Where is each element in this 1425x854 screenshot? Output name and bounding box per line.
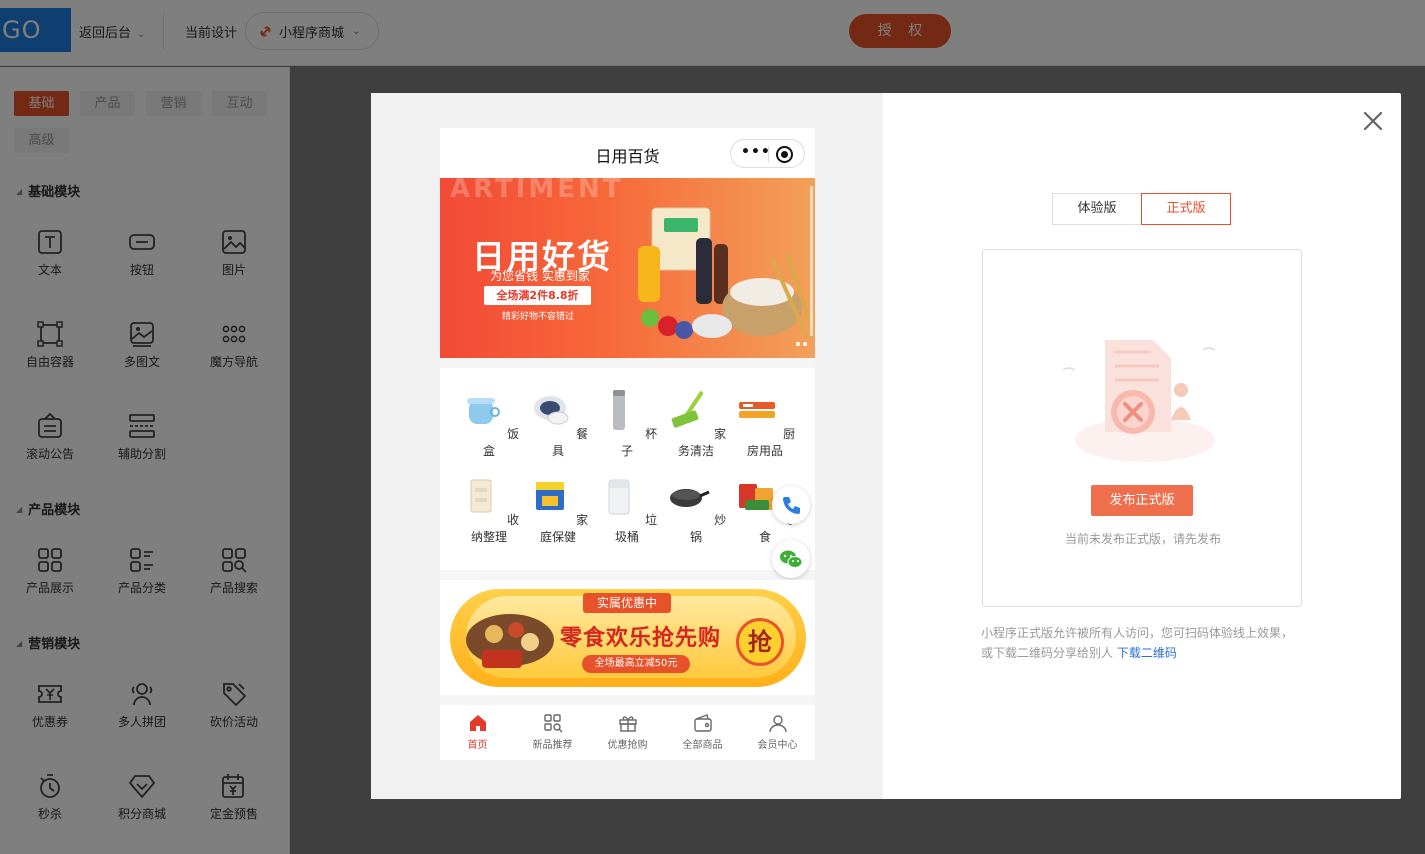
phone-preview: 日用百货 ••• ARTIMENT 日用好货 为您省钱 实惠到家 全场满2件8.… <box>440 128 815 760</box>
tab-deals[interactable]: 优惠抢购 <box>590 713 665 752</box>
banner-subline: 为您省钱 实惠到家 <box>490 269 590 283</box>
tab-label: 全部商品 <box>682 740 723 751</box>
hero-banner[interactable]: ARTIMENT 日用好货 为您省钱 实惠到家 全场满2件8.8折 精彩好物不容… <box>440 178 815 358</box>
publish-dialog: 日用百货 ••• ARTIMENT 日用好货 为您省钱 实惠到家 全场满2件8.… <box>371 93 1401 799</box>
wallet-icon <box>693 714 712 732</box>
storage-icon <box>470 479 492 513</box>
close-icon[interactable] <box>1361 109 1385 133</box>
banner-promo-pill: 全场满2件8.8折 <box>484 286 591 305</box>
category-item[interactable]: 杯子 <box>592 388 662 459</box>
promo-title: 零食欢乐抢先购 <box>560 626 722 651</box>
wechat-button[interactable] <box>772 540 810 578</box>
category-grid: 饭盒 餐具 杯子 家务清洁 厨房用品 收纳整理 家庭保健 垃圾桶 炒锅 食 <box>440 368 815 570</box>
promo-banner[interactable]: 实属优惠中 零食欢乐抢先购 全场最高立减50元 抢 <box>440 580 815 695</box>
tab-home[interactable]: 首页 <box>440 713 515 752</box>
qr-code-panel: 发布正式版 当前未发布正式版，请先发布 <box>982 249 1302 607</box>
banner-scrollbar <box>810 186 813 336</box>
trash-bin-icon <box>608 479 630 515</box>
category-item[interactable]: 家务清洁 <box>661 388 731 459</box>
tab-all-products[interactable]: 全部商品 <box>665 713 740 752</box>
download-qr-link[interactable]: 下载二维码 <box>1117 646 1177 660</box>
banner-note: 精彩好物不容错过 <box>502 312 575 322</box>
tab-label: 新品推荐 <box>532 740 573 751</box>
preview-pane: 日用百货 ••• ARTIMENT 日用好货 为您省钱 实惠到家 全场满2件8.… <box>371 93 883 799</box>
more-icon[interactable]: ••• <box>741 144 771 160</box>
carousel-dots[interactable] <box>793 335 807 350</box>
kitchen-icon <box>738 402 775 418</box>
release-description: 小程序正式版允许被所有人访问，您可扫码体验线上效果，或下载二维码分享给别人 下载… <box>981 623 1301 663</box>
empty-state-illustration <box>1062 340 1216 462</box>
trial-version-tab[interactable]: 体验版 <box>1052 193 1142 225</box>
category-item[interactable]: 垃圾桶 <box>592 474 662 545</box>
home-icon <box>469 715 486 731</box>
version-toggle: 体验版 正式版 <box>1052 193 1232 225</box>
tab-label: 首页 <box>467 740 488 751</box>
mop-icon <box>671 390 704 428</box>
banner-bg-text: ARTIMENT <box>450 178 624 204</box>
phone-call-button[interactable] <box>772 486 810 524</box>
tab-label: 会员中心 <box>757 740 798 751</box>
promo-tag: 实属优惠中 <box>583 593 671 613</box>
gift-icon <box>618 716 637 732</box>
wok-icon <box>669 489 710 507</box>
wechat-icon <box>780 550 803 568</box>
category-item[interactable]: 厨房用品 <box>730 388 800 459</box>
tab-member-center[interactable]: 会员中心 <box>740 713 815 752</box>
mini-program-header: 日用百货 ••• <box>440 128 815 178</box>
snack-plate-illustration <box>466 614 554 668</box>
category-item[interactable]: 收纳整理 <box>454 474 524 545</box>
grocery-illustration <box>638 207 812 339</box>
phone-icon <box>783 497 800 514</box>
bottom-tab-bar: 首页 新品推荐 优惠抢购 全部商品 会员中心 <box>440 705 815 760</box>
not-published-tip: 当前未发布正式版，请先发布 <box>1064 532 1221 546</box>
lunchbox-icon <box>466 398 500 424</box>
user-icon <box>768 715 787 733</box>
divider <box>768 146 769 162</box>
tab-new-products[interactable]: 新品推荐 <box>515 713 590 752</box>
publish-release-button[interactable]: 发布正式版 <box>1091 485 1193 516</box>
grid-search-icon <box>543 714 562 733</box>
grab-badge[interactable]: 抢 <box>736 618 784 666</box>
healthcare-icon <box>535 482 564 510</box>
cup-icon <box>612 390 625 430</box>
tableware-icon <box>533 396 569 425</box>
category-item[interactable]: 炒锅 <box>661 474 731 545</box>
promo-pill: 全场最高立减50元 <box>582 655 690 673</box>
category-item[interactable]: 餐具 <box>523 388 593 459</box>
close-target-icon[interactable] <box>776 146 793 163</box>
release-version-tab[interactable]: 正式版 <box>1141 193 1231 225</box>
category-item[interactable]: 家庭保健 <box>523 474 593 545</box>
tab-label: 优惠抢购 <box>607 740 648 751</box>
category-item[interactable]: 饭盒 <box>454 388 524 459</box>
capsule-menu[interactable]: ••• <box>730 139 805 168</box>
